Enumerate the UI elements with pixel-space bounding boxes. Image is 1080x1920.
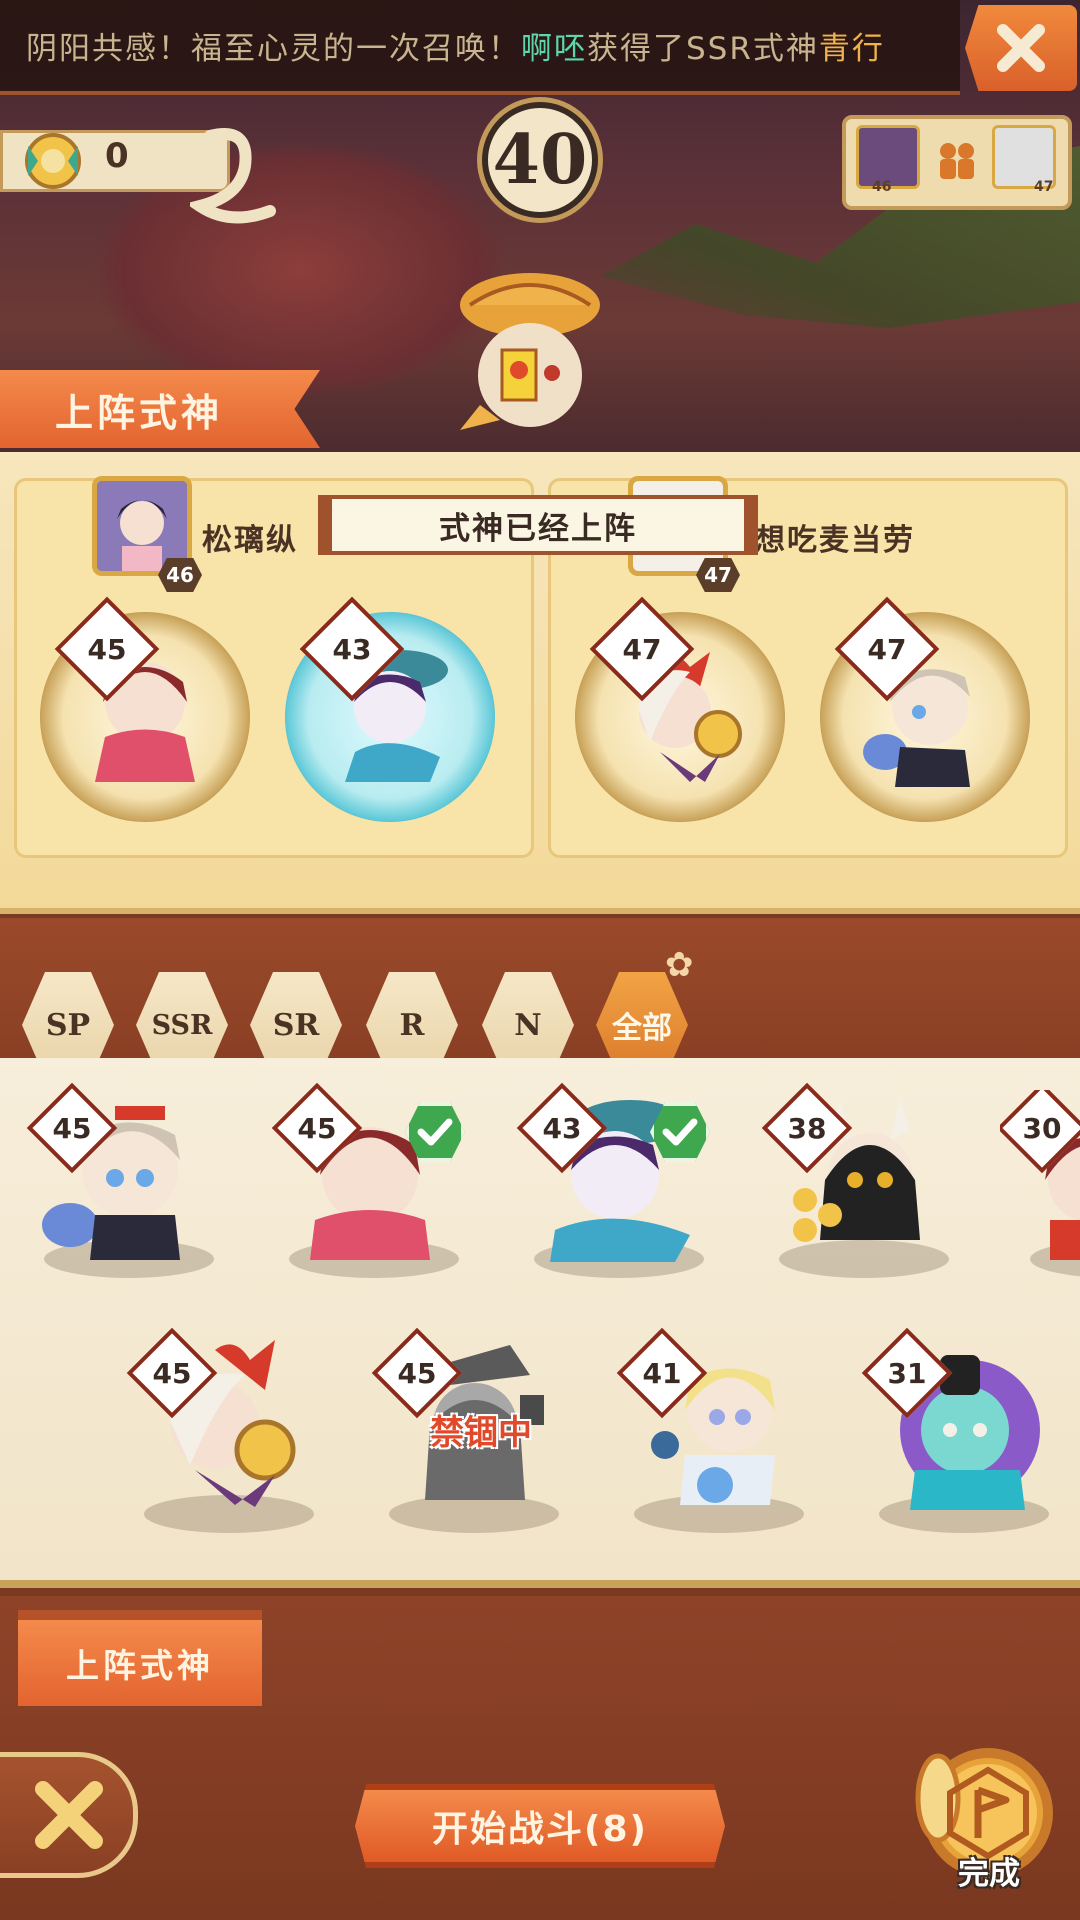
ticker-middle: 获得了SSR式神 [587, 31, 819, 67]
roster-item[interactable]: 45 [271, 1082, 465, 1290]
close-button[interactable] [965, 5, 1077, 91]
player-portrait-icon [97, 481, 187, 571]
lineup-slot[interactable]: 47 [575, 596, 785, 822]
rope-decoration-icon [190, 128, 276, 224]
announcement-ticker: 阴阳共感！福至心灵的一次召唤！ 啊呸 获得了SSR式神 青行 [0, 0, 960, 95]
ticker-shikigami-name: 青行 [818, 31, 885, 67]
banned-status-label: 禁锢中 [430, 1413, 532, 1453]
roster-item[interactable]: 30 [1000, 1090, 1080, 1290]
mini-level-right: 47 [1034, 179, 1054, 195]
roster-item[interactable]: 31 [861, 1327, 1055, 1545]
roster-item[interactable]: 38 [761, 1082, 955, 1290]
already-deployed-banner: 式神已经上阵 [318, 495, 758, 555]
start-battle-button[interactable]: 开始战斗(8) [355, 1784, 725, 1868]
round-counter: 40 [482, 102, 598, 218]
player-level-badge: 47 [696, 558, 740, 592]
ticker-player-name: 啊呸 [521, 31, 587, 67]
roster-item[interactable]: 41 [616, 1327, 810, 1545]
roster-item[interactable]: 43 [516, 1082, 710, 1290]
lineup-slot[interactable]: 43 [285, 596, 495, 822]
roster-item[interactable]: 45 [126, 1327, 320, 1545]
flower-decoration-icon: ✿ [665, 945, 694, 985]
player-level-badge: 46 [158, 558, 202, 592]
mini-level-left: 46 [872, 179, 892, 195]
lineup-section-label: 上阵式神 [0, 370, 320, 448]
cancel-button[interactable] [0, 1752, 138, 1878]
close-icon [35, 1781, 103, 1849]
versus-icon [940, 143, 974, 179]
pumpkin-mascot-icon [460, 273, 600, 430]
ticker-prefix: 阴阳共感！福至心灵的一次召唤！ [26, 31, 521, 67]
candy-icon [25, 133, 81, 189]
lineup-tab-button[interactable]: 上阵式神 [18, 1610, 262, 1706]
team-matchup-preview[interactable]: 46 47 [842, 115, 1072, 210]
player-name: 想吃麦当劳 [755, 523, 915, 558]
lineup-slot[interactable]: 45 [40, 596, 250, 822]
lineup-slot[interactable]: 47 [820, 596, 1030, 822]
done-label: 完成 [958, 1856, 1020, 1892]
roster-item[interactable]: 45 [26, 1082, 220, 1290]
close-icon [997, 24, 1045, 72]
currency-value: 0 [105, 136, 129, 176]
player-name: 松璃纵 [202, 523, 298, 558]
